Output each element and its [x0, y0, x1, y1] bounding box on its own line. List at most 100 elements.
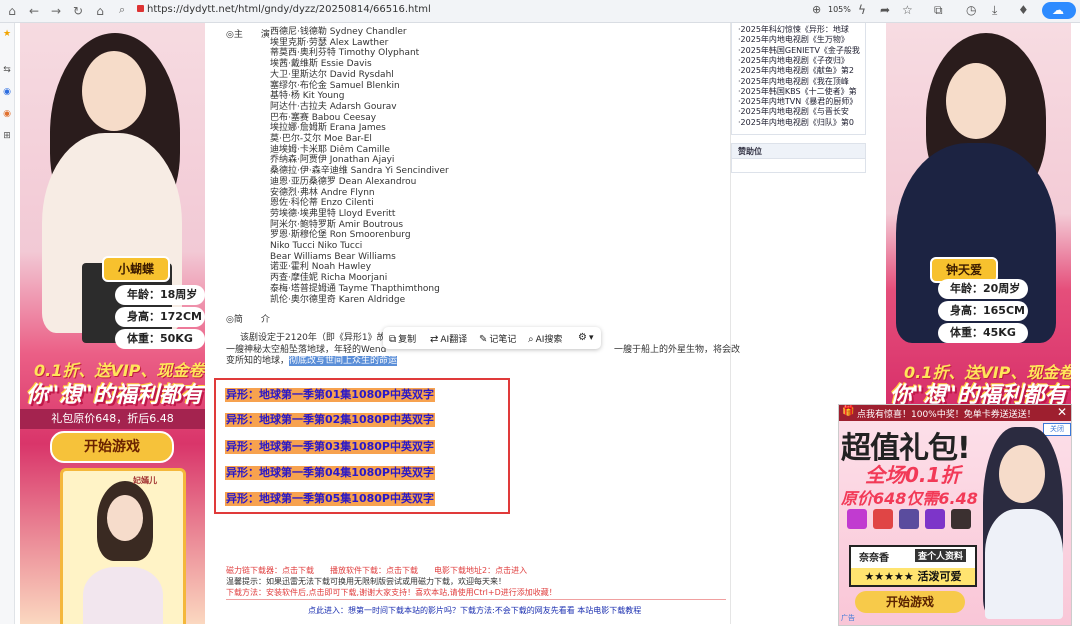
security-warning-icon[interactable]: [137, 5, 144, 12]
cast-member: 巴布·塞赛 Babou Ceesay: [270, 112, 377, 123]
extensions-icon[interactable]: ⧉: [934, 3, 943, 18]
sidebar-news-link[interactable]: ·2025年内地TVN《暴君的厨师》: [738, 97, 864, 107]
share-icon[interactable]: ➦: [880, 3, 890, 17]
q-app-icon[interactable]: ◉: [2, 87, 12, 97]
treasure-icon: [951, 509, 971, 529]
notes-icon: ✎: [479, 334, 488, 345]
sidebar-news-link[interactable]: ·2025年内地电视剧《献鱼》第2: [738, 66, 864, 76]
ai-translate-label: AI翻译: [440, 335, 468, 345]
download-icon[interactable]: ⤓: [992, 3, 997, 18]
ad-left-start-game-button[interactable]: 开始游戏: [50, 431, 174, 463]
download-link-ep01[interactable]: 异形：地球第一季第01集1080P中英双字: [225, 388, 435, 402]
cast-member: 桑德拉·伊·森辛迪维 Sandra Yi Sencindiver: [270, 166, 449, 177]
cast-member: 安德烈·弗林 Andre Flynn: [270, 187, 375, 198]
favorites-star-icon[interactable]: ★: [2, 29, 12, 39]
ad-label: 广告: [841, 614, 855, 622]
popup-start-game-button[interactable]: 开始游戏: [855, 591, 965, 613]
ad-left-promo-line2: 你"想"的福利都有: [26, 383, 203, 408]
cast-member: 丙查·摩佳妮 Richa Moorjani: [270, 273, 388, 284]
ai-search-button[interactable]: ⌕ AI搜索: [528, 332, 562, 345]
popup-girl-name: 奈奈香: [859, 553, 889, 564]
ad-left-profile-card[interactable]: 妃嫣儿: [60, 468, 186, 624]
lightning-icon[interactable]: ϟ: [858, 3, 866, 17]
ad-right-weight: 体重：45KG: [938, 323, 1028, 343]
ad-right-age: 年龄：20周岁: [938, 279, 1028, 299]
right-ad-banner[interactable]: 钟天爱 年龄：20周岁 身高：165CM 体重：45KG 0.1折、送VIP、现…: [886, 23, 1071, 404]
back-icon[interactable]: ←: [26, 3, 42, 19]
sidebar-news-link[interactable]: ·2025年科幻惊悚《异形：地球: [738, 25, 864, 35]
ad-left-weight: 体重：50KG: [115, 329, 205, 349]
ai-translate-button[interactable]: ⇄ AI翻译: [430, 332, 467, 345]
intro-line3-text: 变所知的地球，: [226, 356, 290, 366]
download-tools-line[interactable]: 磁力链下载器：点击下载 播放软件下载：点击下载 电影下载地址2：点击进入: [226, 565, 527, 576]
swap-icon[interactable]: ⇆: [2, 65, 12, 75]
popup-profile-box[interactable]: 奈奈香 查个人资料 ★★★★★ 活泼可爱: [849, 545, 977, 587]
popup-price: 原价648仅需6.48: [841, 489, 978, 508]
sidebar-news-link[interactable]: ·2025年韩国GENIETV《金子般我: [738, 46, 864, 56]
close-icon[interactable]: ✕: [1057, 405, 1067, 419]
cast-member: 莫·巴尔-艾尔 Moe Bar-El: [270, 134, 372, 144]
cloud-sync-button[interactable]: ☁: [1042, 2, 1076, 19]
popup-title[interactable]: 点我有惊喜！100%中奖！免单卡券送送送！: [857, 407, 1036, 420]
home-page-icon[interactable]: ⌂: [92, 3, 108, 19]
cast-member: 泰梅·塔普提姆通 Tayme Thapthimthong: [270, 283, 440, 294]
card-name: 妃嫣儿: [133, 476, 157, 485]
cast-member: 埃里克斯·劳瑟 Alex Lawther: [270, 37, 389, 48]
cast-member: 迪恩·亚历桑德罗 Dean Alexandrou: [270, 176, 417, 187]
forward-icon[interactable]: →: [48, 3, 64, 19]
bottom-tutorial-link[interactable]: 点此进入：想第一时间下载本站的影片吗？下载方法:不会下载的网友先看看 本站电影下…: [308, 605, 641, 616]
refresh-icon[interactable]: ↻: [70, 3, 86, 19]
cast-member: 劳埃德·埃弗里特 Lloyd Everitt: [270, 208, 396, 219]
sidebar-news-link[interactable]: ·2025年内地电视剧《子夜归》: [738, 56, 864, 66]
download-link-ep02[interactable]: 异形：地球第一季第02集1080P中英双字: [225, 413, 435, 427]
cast-member: Bear Williams Bear Williams: [270, 251, 396, 262]
right-sidebar: ·2025年科幻惊悚《异形：地球 ·2025年内地电视剧《生万物》 ·2025年韩国…: [731, 23, 866, 173]
s-app-icon[interactable]: ◉: [2, 109, 12, 119]
popup-discount: 全场0.1折: [865, 463, 961, 487]
zoom-icon[interactable]: ⊕: [812, 3, 821, 16]
cast-member: 基特·杨 Kit Young: [270, 91, 345, 102]
sidebar-news-link[interactable]: ·2025年内地电视剧《与晋长安: [738, 107, 864, 117]
sidebar-news-link[interactable]: ·2025年内地电视剧《我在顶峰: [738, 77, 864, 87]
cast-member: 大卫·里斯达尔 David Rysdahl: [270, 69, 394, 80]
settings-button[interactable]: ⚙ ▾: [578, 332, 594, 343]
download-link-ep04[interactable]: 异形：地球第一季第04集1080P中英双字: [225, 466, 435, 480]
cast-member: 蒂莫西·奥利芬特 Timothy Olyphant: [270, 48, 420, 59]
card-girl-face: [107, 495, 143, 541]
notification-icon[interactable]: ♦: [1018, 3, 1029, 17]
download-link-ep05[interactable]: 异形：地球第一季第05集1080P中英双字: [225, 492, 435, 506]
add-app-icon[interactable]: ⊞: [2, 131, 12, 141]
address-bar[interactable]: ⌕ https://dydytt.net/html/gndy/dyzz/2025…: [115, 2, 855, 20]
cast-member: 埃拉娜·詹姆斯 Erana James: [270, 123, 386, 134]
star-icon[interactable]: ☆: [902, 3, 913, 17]
sidebar-news-link[interactable]: ·2025年韩国KBS《十二使者》第: [738, 87, 864, 97]
settings-caret: ▾: [588, 333, 594, 343]
ad-right-girl-face: [946, 63, 1006, 139]
ai-search-label: AI搜索: [535, 335, 563, 345]
history-icon[interactable]: ◷: [966, 3, 976, 17]
latest-list: ·2025年科幻惊悚《异形：地球 ·2025年内地电视剧《生万物》 ·2025年韩国…: [731, 23, 866, 135]
sponsor-header: 赞助位: [731, 143, 866, 159]
home-icon[interactable]: ⌂: [4, 3, 20, 19]
intro-line3: 变所知的地球，彻底改写世间上众生的命运: [226, 356, 726, 367]
sidebar-news-link[interactable]: ·2025年内地电视剧《归队》第0: [738, 118, 864, 128]
sidebar-news-link[interactable]: ·2025年内地电视剧《生万物》: [738, 35, 864, 45]
popup-girl-uniform: [985, 509, 1063, 619]
left-ad-banner[interactable]: 小蝴蝶 年龄：18周岁 身高：172CM 体重：50KG 0.1折、送VIP、现…: [20, 23, 205, 624]
gift-icon: 🎁: [842, 406, 855, 417]
download-link-ep03[interactable]: 异形：地球第一季第03集1080P中英双字: [225, 440, 435, 454]
copy-button[interactable]: ⧉ 复制: [389, 332, 416, 345]
popup-profile-link[interactable]: 查个人资料: [915, 549, 967, 562]
ad-girl-face: [82, 51, 146, 131]
copy-icon: ⧉: [389, 334, 397, 345]
popup-close-button[interactable]: 关闭: [1043, 423, 1071, 436]
bottom-divider: [226, 599, 726, 600]
popup-ad[interactable]: 🎁 点我有惊喜！100%中奖！免单卡券送送送！ ✕ 关闭 超值礼包! 全场0.1…: [838, 404, 1072, 626]
notes-button[interactable]: ✎ 记笔记: [479, 332, 516, 345]
cast-member: 迪埃姆·卡米耶 Diêm Camille: [270, 144, 390, 155]
cast-member: 埃茜·戴维斯 Essie Davis: [270, 59, 372, 70]
ad-left-name-tag: 小蝴蝶: [102, 256, 170, 282]
zoom-level[interactable]: 105%: [828, 5, 851, 14]
url-text[interactable]: https://dydytt.net/html/gndy/dyzz/202508…: [147, 4, 431, 15]
intro-selected-text[interactable]: 彻底改写世间上众生的命运: [289, 356, 398, 366]
